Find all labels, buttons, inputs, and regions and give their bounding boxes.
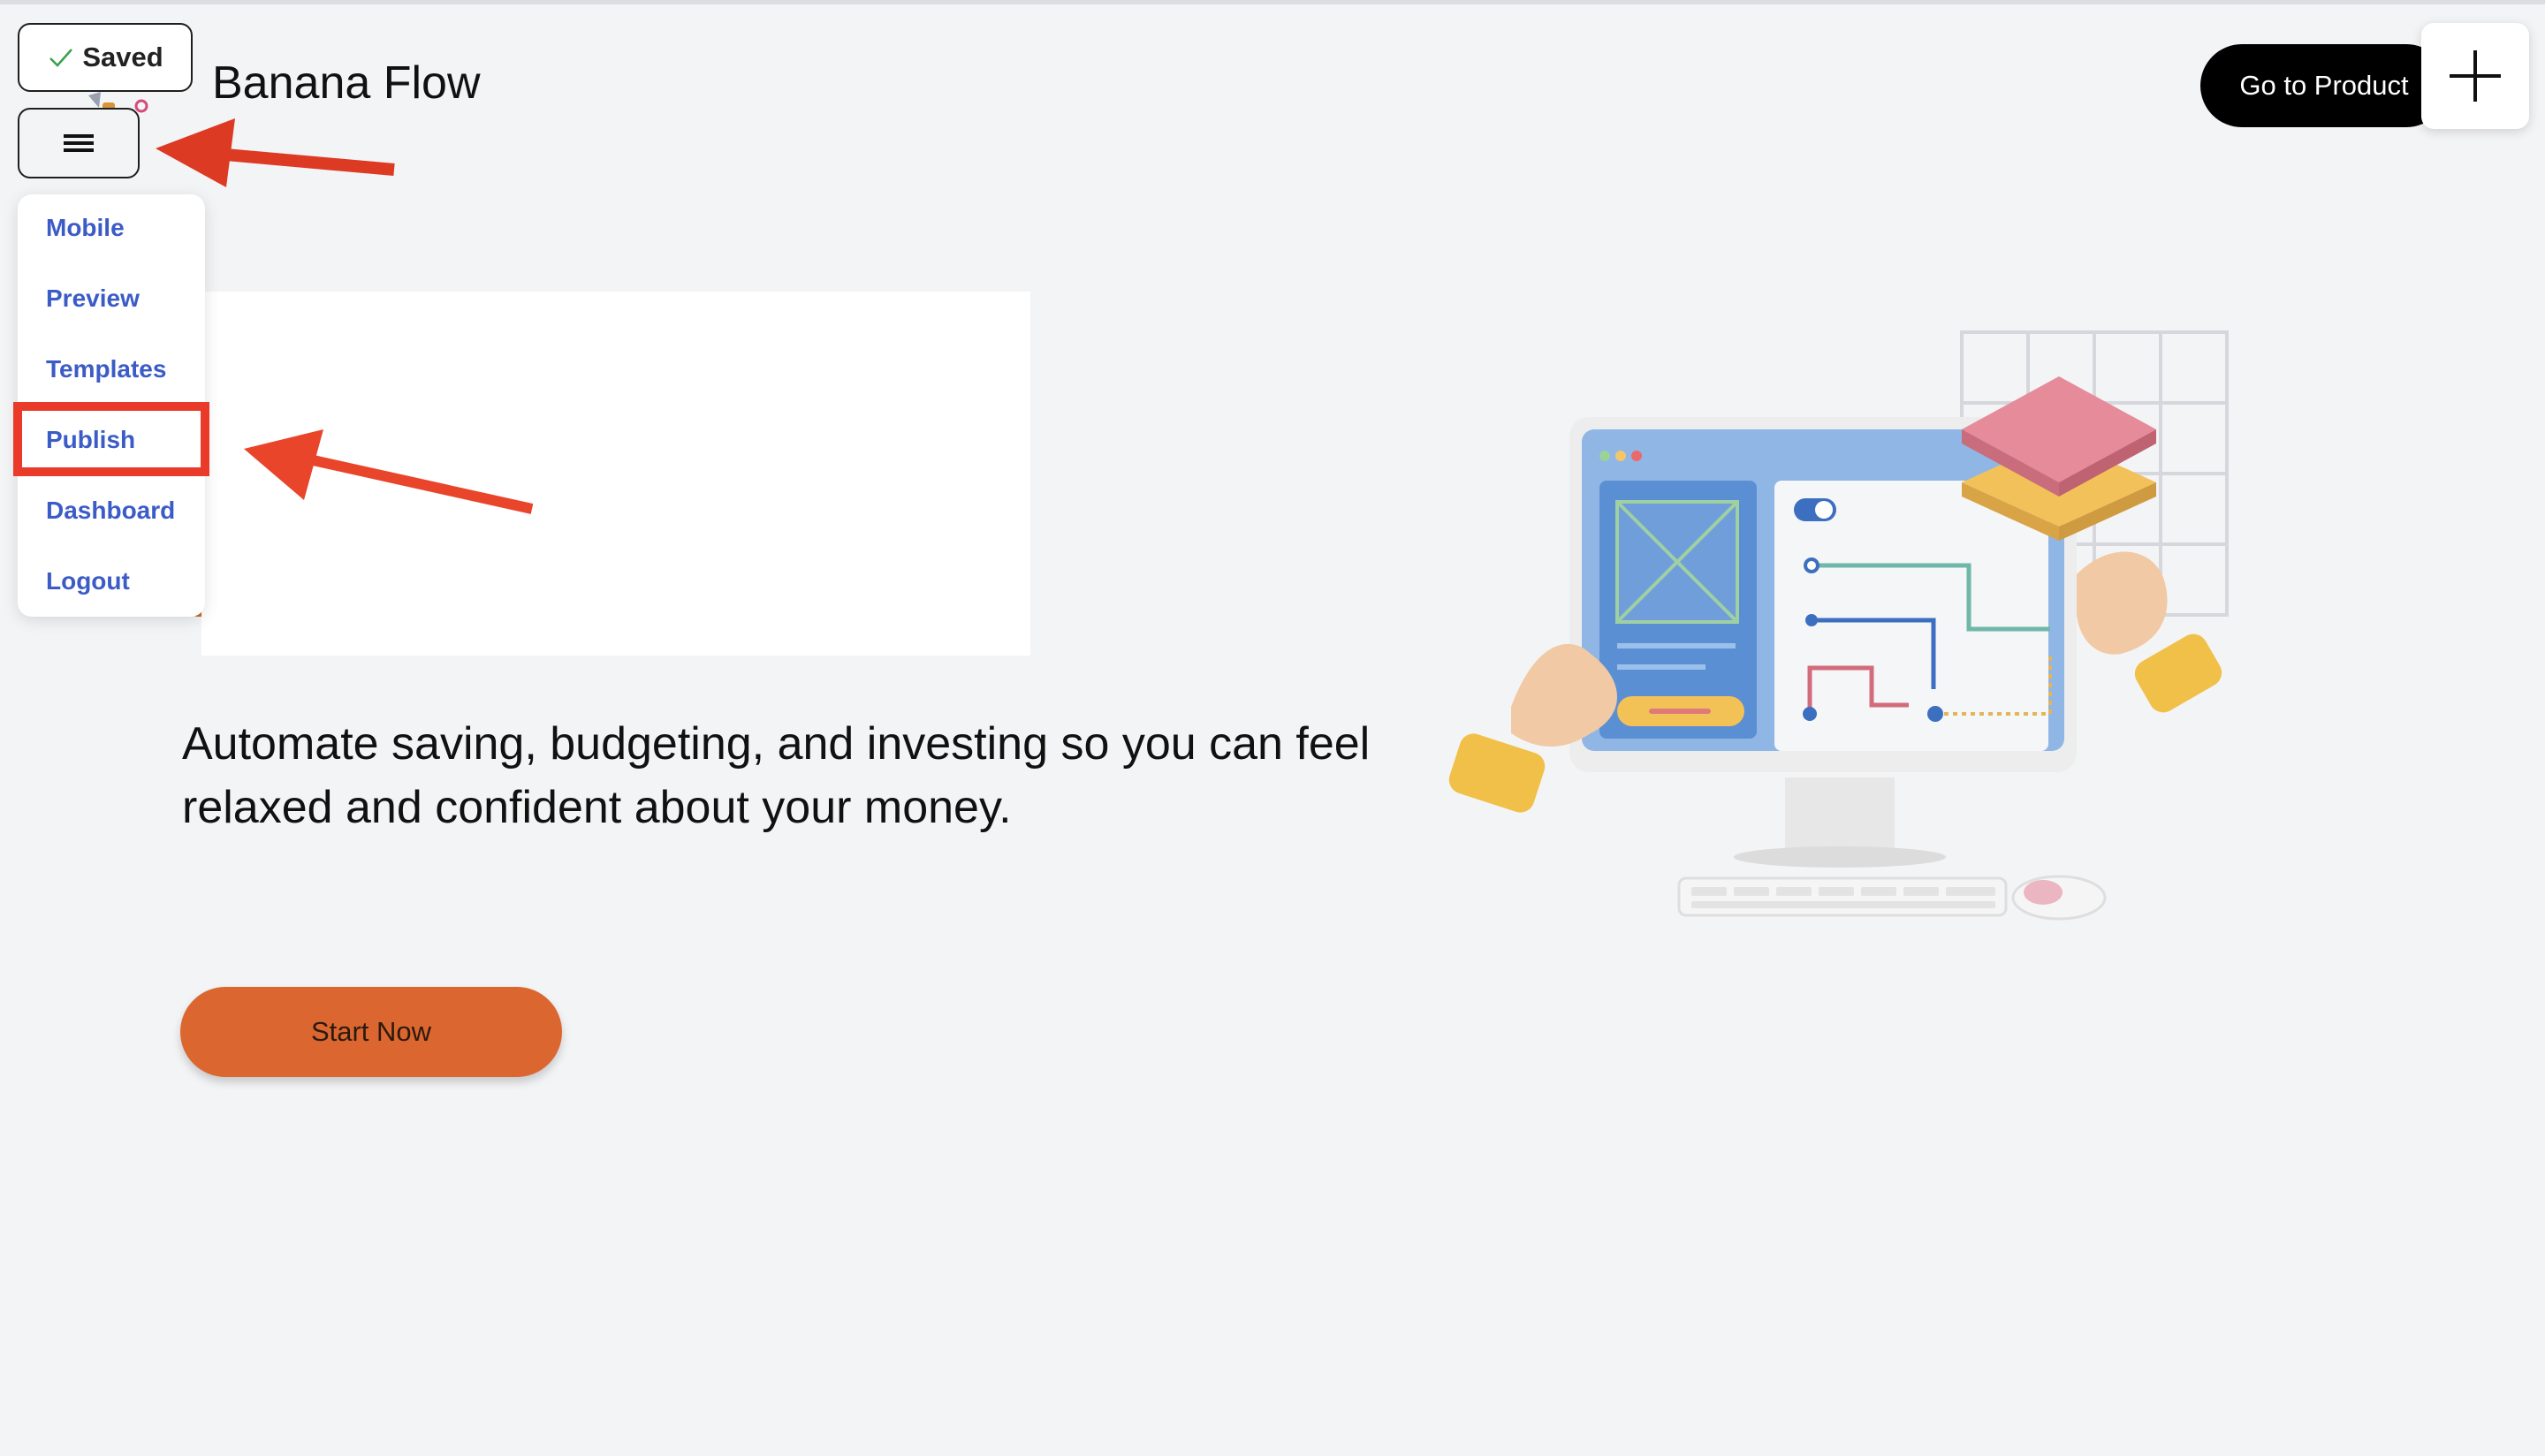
annotation-arrow-publish — [244, 429, 534, 514]
check-icon — [49, 49, 73, 67]
brand-title: Banana Flow — [212, 57, 481, 109]
annotation-arrow-menu — [156, 118, 395, 187]
menu-item-dashboard[interactable]: Dashboard — [46, 497, 175, 525]
saved-status-badge: Saved — [18, 23, 193, 92]
go-to-product-button[interactable]: Go to Product — [2200, 44, 2448, 127]
menu-item-templates[interactable]: Templates — [46, 355, 166, 383]
saved-label: Saved — [82, 42, 163, 72]
menu-item-logout[interactable]: Logout — [46, 567, 130, 595]
menu-item-preview[interactable]: Preview — [46, 284, 140, 313]
start-now-button[interactable]: Start Now — [180, 987, 562, 1077]
computer-illustration — [1448, 330, 2229, 921]
add-button[interactable] — [2421, 23, 2529, 129]
top-border — [0, 0, 2545, 4]
hamburger-icon — [64, 134, 94, 152]
hero-headline: Automate saving, budgeting, and investin… — [182, 718, 1371, 833]
plus-icon — [2450, 50, 2501, 102]
menu-toggle-button[interactable] — [18, 108, 140, 178]
menu-item-mobile[interactable]: Mobile — [46, 214, 125, 242]
publish-highlight-annotation — [13, 402, 209, 476]
